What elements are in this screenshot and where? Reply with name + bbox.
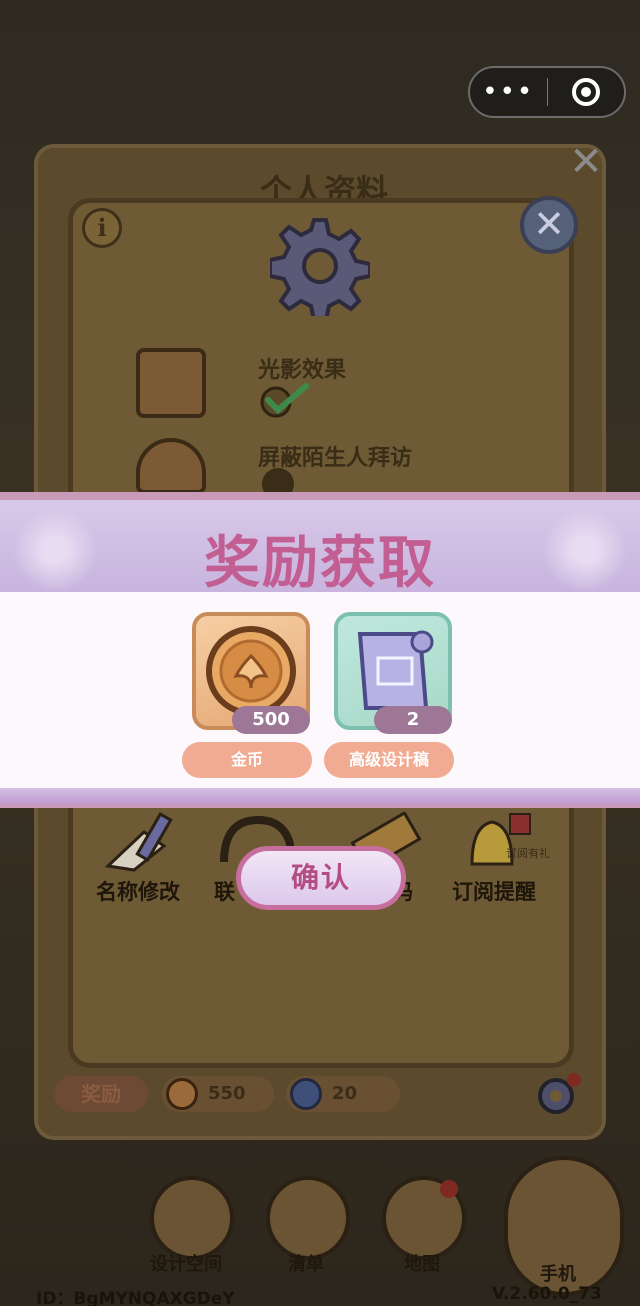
reward-title: 奖励获取	[204, 531, 436, 596]
gear-icon	[270, 218, 370, 316]
window-shade-icon	[136, 348, 206, 418]
close-miniprogram-button[interactable]	[548, 78, 625, 106]
swirl-gem-icon	[290, 1078, 322, 1110]
bell-icon	[470, 813, 531, 866]
gift-tag: 订阅有礼	[506, 847, 550, 860]
check-icon[interactable]	[260, 382, 310, 418]
nav-list[interactable]	[266, 1176, 350, 1260]
nav-design-space[interactable]	[150, 1176, 234, 1260]
more-button[interactable]: •••	[470, 66, 547, 118]
pencil-icon	[104, 812, 173, 872]
info-icon[interactable]: i	[82, 208, 122, 248]
banner-body: 500 金币 2 高级设计稿	[0, 592, 640, 788]
target-icon	[571, 78, 600, 106]
reward-count: 2	[374, 706, 452, 734]
nav-map-label: 地图	[404, 1254, 440, 1275]
reward-popup: 奖励获取 500 金币 2 高级设计稿	[0, 492, 640, 812]
player-id: ID：BgMYNQAXGDeY	[36, 1289, 235, 1306]
settings-gear-icon[interactable]	[532, 1072, 582, 1116]
contact-label[interactable]: 联	[214, 876, 235, 906]
reward-tab[interactable]: 奖励	[54, 1076, 148, 1112]
miniprogram-capsule: •••	[468, 66, 626, 118]
banner-footer	[0, 788, 640, 808]
coin-balance: 550	[162, 1076, 274, 1112]
nav-design-label: 设计空间	[150, 1254, 222, 1275]
banner-header: 奖励获取	[0, 492, 640, 596]
settings-close-icon[interactable]: ✕	[520, 196, 578, 254]
confirm-button[interactable]: 确认	[236, 846, 406, 910]
reward-name: 金币	[182, 742, 312, 778]
gem-count: 20	[332, 1083, 358, 1104]
block-visitor-label: 屏蔽陌生人拜访	[258, 446, 413, 471]
nav-list-label: 清单	[288, 1254, 324, 1275]
coin-icon	[166, 1078, 198, 1110]
light-shadow-label: 光影效果	[258, 358, 347, 383]
gem-balance: 20	[286, 1076, 400, 1112]
reward-item-coins: 500 金币	[182, 612, 316, 782]
profile-close-icon[interactable]: ✕	[568, 142, 604, 182]
version-label: V.2.60.0_73	[492, 1284, 602, 1304]
rename-label[interactable]: 名称修改	[96, 876, 180, 906]
reward-item-blueprint: 2 高级设计稿	[324, 612, 458, 782]
nav-phone-label: 手机	[540, 1264, 576, 1285]
notification-dot	[440, 1180, 458, 1198]
coin-count: 550	[208, 1083, 246, 1104]
reward-name: 高级设计稿	[324, 742, 454, 778]
reward-count: 500	[232, 706, 310, 734]
subscribe-label[interactable]: 订阅提醒	[452, 876, 536, 906]
